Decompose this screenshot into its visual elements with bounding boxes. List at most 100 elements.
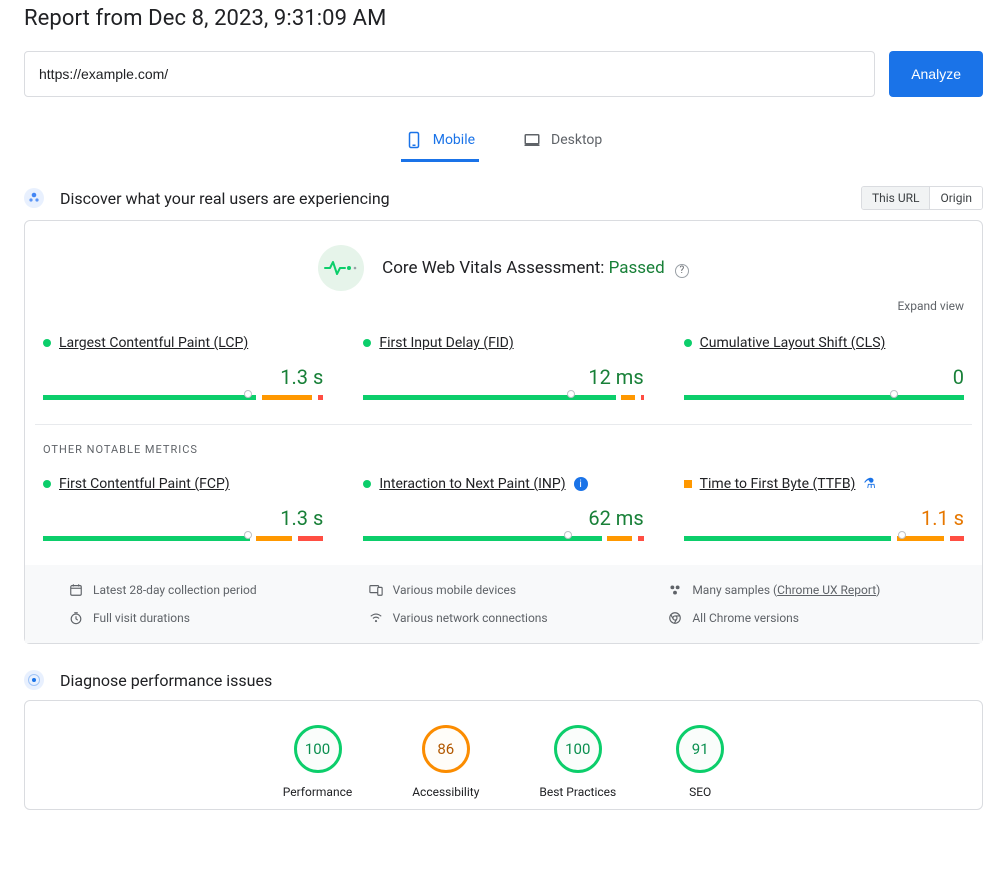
other-metrics-label: OTHER NOTABLE METRICS [43, 443, 964, 456]
metric-value: 62 ms [363, 506, 643, 530]
diagnose-title: Diagnose performance issues [60, 671, 272, 690]
clock-icon [69, 611, 83, 625]
metric-value: 1.3 s [43, 365, 323, 389]
metric-bar [363, 536, 643, 541]
metrics-secondary: First Contentful Paint (FCP) 1.3 s Interac… [43, 476, 964, 565]
metric-name-link[interactable]: Interaction to Next Paint (INP) [379, 476, 565, 492]
meta-network-text: Various network connections [393, 611, 548, 625]
metric-pointer-icon [244, 531, 252, 539]
meta-devices-text: Various mobile devices [393, 583, 516, 597]
metric-value: 1.1 s [684, 506, 964, 530]
metric-bar [43, 395, 323, 400]
gauges-row: 100 Performance 86 Accessibility 100 Best Pra… [25, 701, 982, 809]
tab-mobile-label: Mobile [433, 132, 475, 148]
gauge[interactable]: 91 SEO [676, 725, 724, 799]
info-icon[interactable]: i [574, 477, 588, 491]
discover-icon [24, 188, 44, 208]
gauge-score: 91 [676, 725, 724, 773]
status-dot-icon [684, 339, 692, 347]
metric-name-link[interactable]: Largest Contentful Paint (LCP) [59, 335, 248, 351]
gauge-label: Best Practices [539, 785, 616, 799]
help-icon[interactable]: ? [675, 264, 689, 278]
mobile-icon [405, 131, 423, 149]
devices-icon [369, 583, 383, 597]
metric: First Input Delay (FID) 12 ms [363, 335, 643, 424]
metric-bar [43, 536, 323, 541]
metric-pointer-icon [564, 531, 572, 539]
metrics-primary: Largest Contentful Paint (LCP) 1.3 s First… [43, 335, 964, 424]
status-dot-icon [43, 339, 51, 347]
metric: Time to First Byte (TTFB) ⚗ 1.1 s [684, 476, 964, 565]
metric-name-link[interactable]: First Contentful Paint (FCP) [59, 476, 230, 492]
vitals-pass-icon [318, 245, 364, 291]
metric: Cumulative Layout Shift (CLS) 0 [684, 335, 964, 424]
calendar-icon [69, 583, 83, 597]
metric-name-link[interactable]: Cumulative Layout Shift (CLS) [700, 335, 886, 351]
vitals-header: Core Web Vitals Assessment: Passed ? [43, 245, 964, 291]
meta-samples-pre: Many samples ( [692, 583, 777, 597]
page-title: Report from Dec 8, 2023, 9:31:09 AM [24, 6, 983, 31]
toggle-this-url[interactable]: This URL [862, 187, 930, 209]
gauge-score: 100 [554, 725, 602, 773]
metric-value: 12 ms [363, 365, 643, 389]
status-dot-icon [363, 339, 371, 347]
metric-bar [684, 395, 964, 400]
status-dot-icon [363, 480, 371, 488]
vitals-status: Passed [609, 258, 665, 278]
meta-samples-post: ) [876, 583, 880, 597]
meta-network: Various network connections [369, 611, 639, 625]
gauge-label: Accessibility [412, 785, 479, 799]
meta-period: Latest 28-day collection period [69, 583, 339, 597]
experimental-icon: ⚗ [863, 476, 876, 492]
meta-samples: Many samples (Chrome UX Report) [668, 583, 938, 597]
gauge-score: 86 [422, 725, 470, 773]
gauge[interactable]: 86 Accessibility [412, 725, 479, 799]
device-tabs: Mobile Desktop [24, 123, 983, 162]
vitals-card: Core Web Vitals Assessment: Passed ? Exp… [24, 220, 983, 644]
toggle-origin[interactable]: Origin [929, 187, 982, 209]
metric: First Contentful Paint (FCP) 1.3 s [43, 476, 323, 565]
metric: Interaction to Next Paint (INP) i 62 ms [363, 476, 643, 565]
metric-pointer-icon [244, 390, 252, 398]
url-origin-toggle: This URL Origin [861, 186, 983, 210]
meta-box: Latest 28-day collection period Various … [25, 565, 982, 643]
diagnose-header: Diagnose performance issues [24, 670, 983, 690]
url-row: Analyze [24, 51, 983, 97]
vitals-assessment-text: Core Web Vitals Assessment: Passed ? [382, 258, 689, 278]
meta-versions-text: All Chrome versions [692, 611, 799, 625]
metric: Largest Contentful Paint (LCP) 1.3 s [43, 335, 323, 424]
gauge[interactable]: 100 Best Practices [539, 725, 616, 799]
metric-bar [684, 536, 964, 541]
samples-icon [668, 583, 682, 597]
gauge[interactable]: 100 Performance [283, 725, 352, 799]
metric-bar [363, 395, 643, 400]
meta-period-text: Latest 28-day collection period [93, 583, 257, 597]
discover-header: Discover what your real users are experi… [24, 186, 983, 210]
wifi-icon [369, 611, 383, 625]
metric-pointer-icon [567, 390, 575, 398]
tab-mobile[interactable]: Mobile [401, 123, 479, 162]
tab-desktop-label: Desktop [551, 132, 602, 148]
analyze-button[interactable]: Analyze [889, 51, 983, 97]
desktop-icon [523, 131, 541, 149]
metric-pointer-icon [890, 390, 898, 398]
expand-view-link[interactable]: Expand view [43, 299, 964, 313]
diagnose-icon [24, 670, 44, 690]
metric-value: 0 [684, 365, 964, 389]
metric-name-link[interactable]: First Input Delay (FID) [379, 335, 513, 351]
meta-versions: All Chrome versions [668, 611, 938, 625]
metric-name-link[interactable]: Time to First Byte (TTFB) [700, 476, 856, 492]
chrome-icon [668, 611, 682, 625]
gauge-score: 100 [294, 725, 342, 773]
gauge-label: SEO [689, 785, 711, 799]
diagnose-card: 100 Performance 86 Accessibility 100 Best Pra… [24, 700, 983, 810]
tab-desktop[interactable]: Desktop [519, 123, 606, 162]
metric-value: 1.3 s [43, 506, 323, 530]
url-input[interactable] [24, 51, 875, 97]
divider [35, 424, 972, 425]
gauge-label: Performance [283, 785, 352, 799]
meta-devices: Various mobile devices [369, 583, 639, 597]
meta-durations: Full visit durations [69, 611, 339, 625]
crux-link[interactable]: Chrome UX Report [777, 583, 876, 597]
status-square-icon [684, 480, 692, 488]
